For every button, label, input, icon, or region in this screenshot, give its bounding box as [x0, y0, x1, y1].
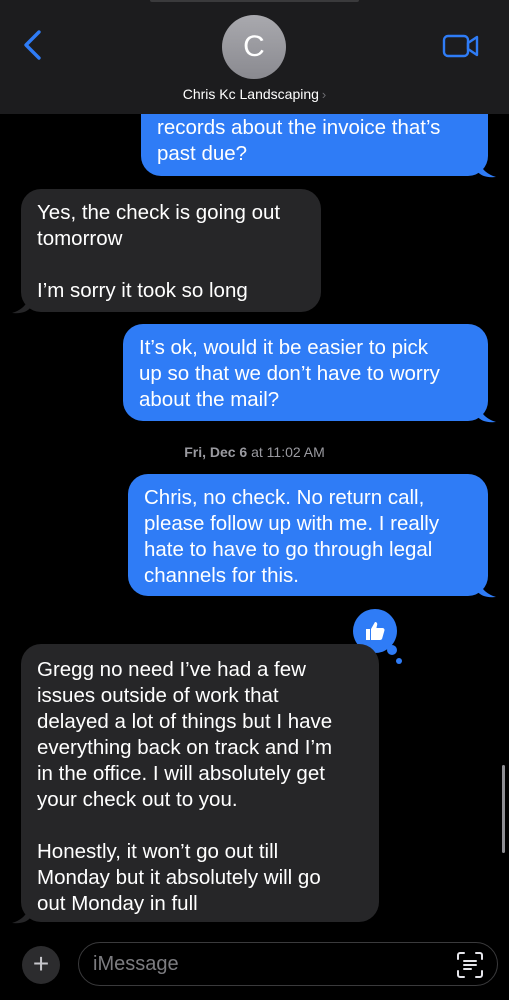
scan-text-icon	[457, 952, 483, 978]
chevron-left-icon	[24, 30, 41, 60]
bubble-tail	[478, 578, 496, 598]
timestamp-day: Fri, Dec 6	[184, 444, 248, 460]
back-button[interactable]	[14, 26, 54, 66]
timestamp-time: at 11:02 AM	[251, 444, 325, 460]
chevron-right-icon: ›	[321, 87, 327, 102]
incoming-message-bubble[interactable]: Gregg no need I’ve had a few issues outs…	[21, 644, 379, 922]
contact-name-button[interactable]: Chris Kc Landscaping ›	[0, 86, 509, 102]
avatar[interactable]: C	[222, 15, 286, 79]
bubble-tail	[478, 158, 496, 178]
message-thread: records about the invoice that’s past du…	[0, 0, 509, 940]
message-timestamp: Fri, Dec 6 at 11:02 AM	[0, 444, 509, 460]
outgoing-message-bubble[interactable]: Chris, no check. No return call, please …	[128, 474, 488, 596]
imessage-input[interactable]	[78, 942, 498, 986]
message-composer: +	[0, 940, 509, 1000]
facetime-video-button[interactable]	[440, 30, 482, 62]
bubble-tail	[478, 403, 496, 423]
screen-notch	[150, 0, 359, 2]
video-camera-icon	[442, 34, 479, 58]
incoming-message-bubble[interactable]: Yes, the check is going out tomorrow I’m…	[21, 189, 321, 312]
conversation-header: C Chris Kc Landscaping ›	[0, 0, 509, 114]
scan-text-button[interactable]	[454, 949, 486, 981]
avatar-initial: C	[243, 30, 265, 63]
bubble-tail	[12, 294, 30, 314]
outgoing-message-bubble[interactable]: It’s ok, would it be easier to pick up s…	[123, 324, 488, 421]
scrollbar[interactable]	[502, 765, 505, 853]
contact-name: Chris Kc Landscaping	[182, 86, 319, 102]
tapback-tail-dot	[387, 645, 397, 655]
apps-plus-button[interactable]: +	[22, 946, 60, 984]
thumbs-up-icon	[366, 622, 385, 640]
tapback-tail-dot	[396, 658, 402, 664]
bubble-tail	[12, 904, 30, 924]
